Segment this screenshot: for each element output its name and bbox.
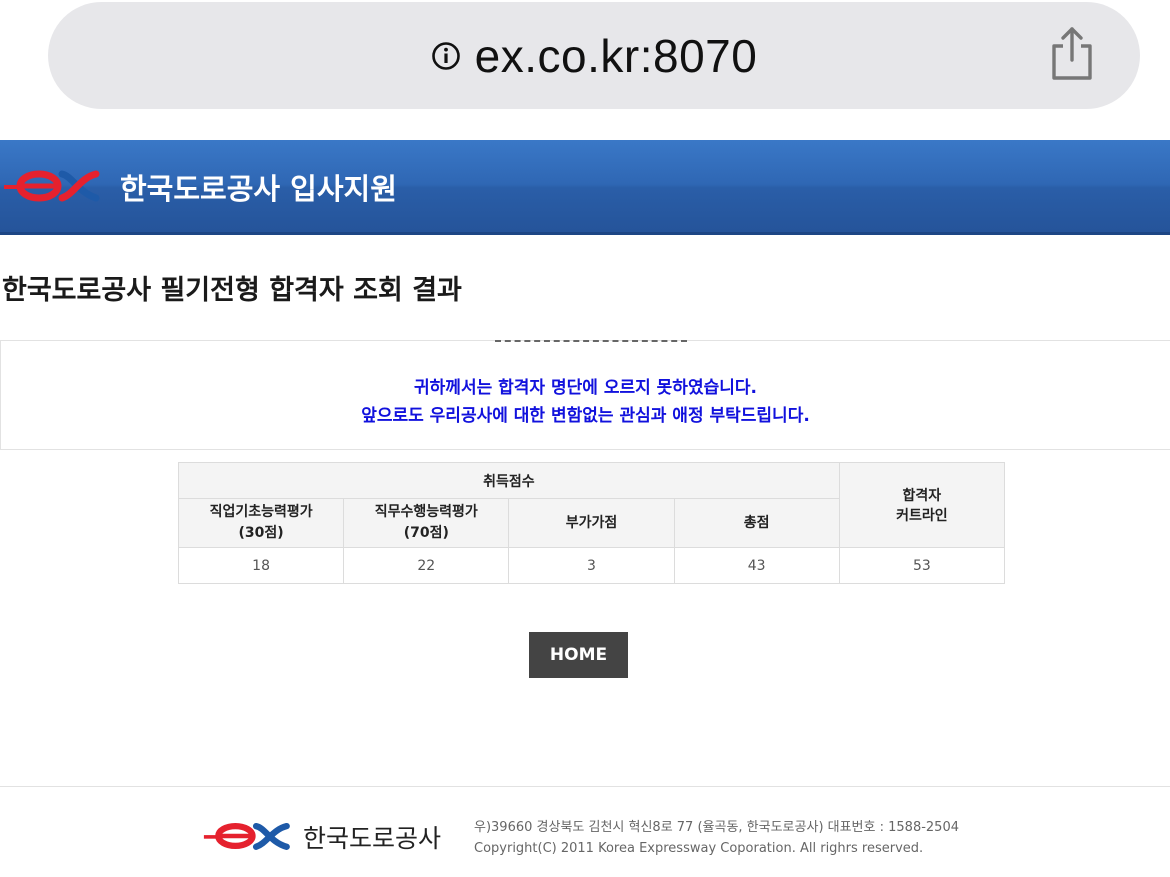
column-header-job-title: 직무수행능력평가	[374, 504, 478, 520]
cutline-header-line1: 합격자	[902, 488, 942, 504]
browser-chrome: ex.co.kr:8070	[0, 0, 1170, 140]
score-basic: 18	[177, 547, 345, 584]
cutline-header-line2: 커트라인	[896, 508, 948, 524]
score-bonus: 3	[508, 547, 675, 584]
footer: 한국도로공사 우)39660 경상북도 김천시 혁신8로 77 (율곡동, 한국…	[0, 786, 1170, 877]
score-table: 취득점수 합격자 커트라인 직업기초능력평가 (30점) 직무수행능력평가 (7…	[177, 462, 1006, 584]
footer-brand: 한국도로공사	[303, 824, 442, 853]
column-header-basic-title: 직업기초능력평가	[209, 504, 313, 520]
notice-line-2: 앞으로도 우리공사에 대한 변함없는 관심과 애정 부탁드립니다.	[361, 406, 810, 426]
notice-line-1: 귀하께서는 합격자 명단에 오르지 못하였습니다.	[414, 378, 757, 398]
result-notice: 귀하께서는 합격자 명단에 오르지 못하였습니다. 앞으로도 우리공사에 대한 …	[0, 340, 1170, 450]
column-header-job-max: (70점)	[403, 525, 449, 541]
score-total: 43	[673, 547, 840, 584]
address-bar[interactable]: ex.co.kr:8070	[48, 2, 1140, 109]
footer-address: 우)39660 경상북도 김천시 혁신8로 77 (율곡동, 한국도로공사) 대…	[474, 820, 959, 835]
info-circle-icon[interactable]	[431, 41, 461, 71]
column-header-job: 직무수행능력평가 (70점)	[343, 498, 510, 548]
footer-copyright: Copyright(C) 2011 Korea Expressway Copor…	[474, 841, 924, 856]
column-header-basic-max: (30점)	[238, 525, 284, 541]
header-title: 한국도로공사 입사지원	[120, 172, 397, 206]
score-job: 22	[343, 547, 510, 584]
home-button[interactable]: HOME	[529, 632, 628, 678]
column-header-total: 총점	[673, 498, 840, 548]
column-header-bonus: 부가가점	[508, 498, 675, 548]
score-group-header: 취득점수	[178, 462, 840, 499]
ex-logo-icon[interactable]	[4, 162, 102, 208]
table-row: 18 22 3 43 53	[177, 547, 1006, 584]
url-text[interactable]: ex.co.kr:8070	[475, 29, 758, 83]
column-header-basic: 직업기초능력평가 (30점)	[177, 498, 345, 548]
page-title: 한국도로공사 필기전형 합격자 조회 결과	[2, 275, 462, 306]
ex-logo-icon[interactable]	[202, 818, 294, 854]
cutline-header: 합격자 커트라인	[838, 462, 1006, 548]
tab-indicator	[495, 340, 687, 343]
share-icon[interactable]	[1048, 26, 1096, 82]
site-header: 한국도로공사 입사지원	[0, 140, 1170, 235]
score-cutline: 53	[838, 547, 1006, 584]
url-group[interactable]: ex.co.kr:8070	[48, 28, 1140, 84]
